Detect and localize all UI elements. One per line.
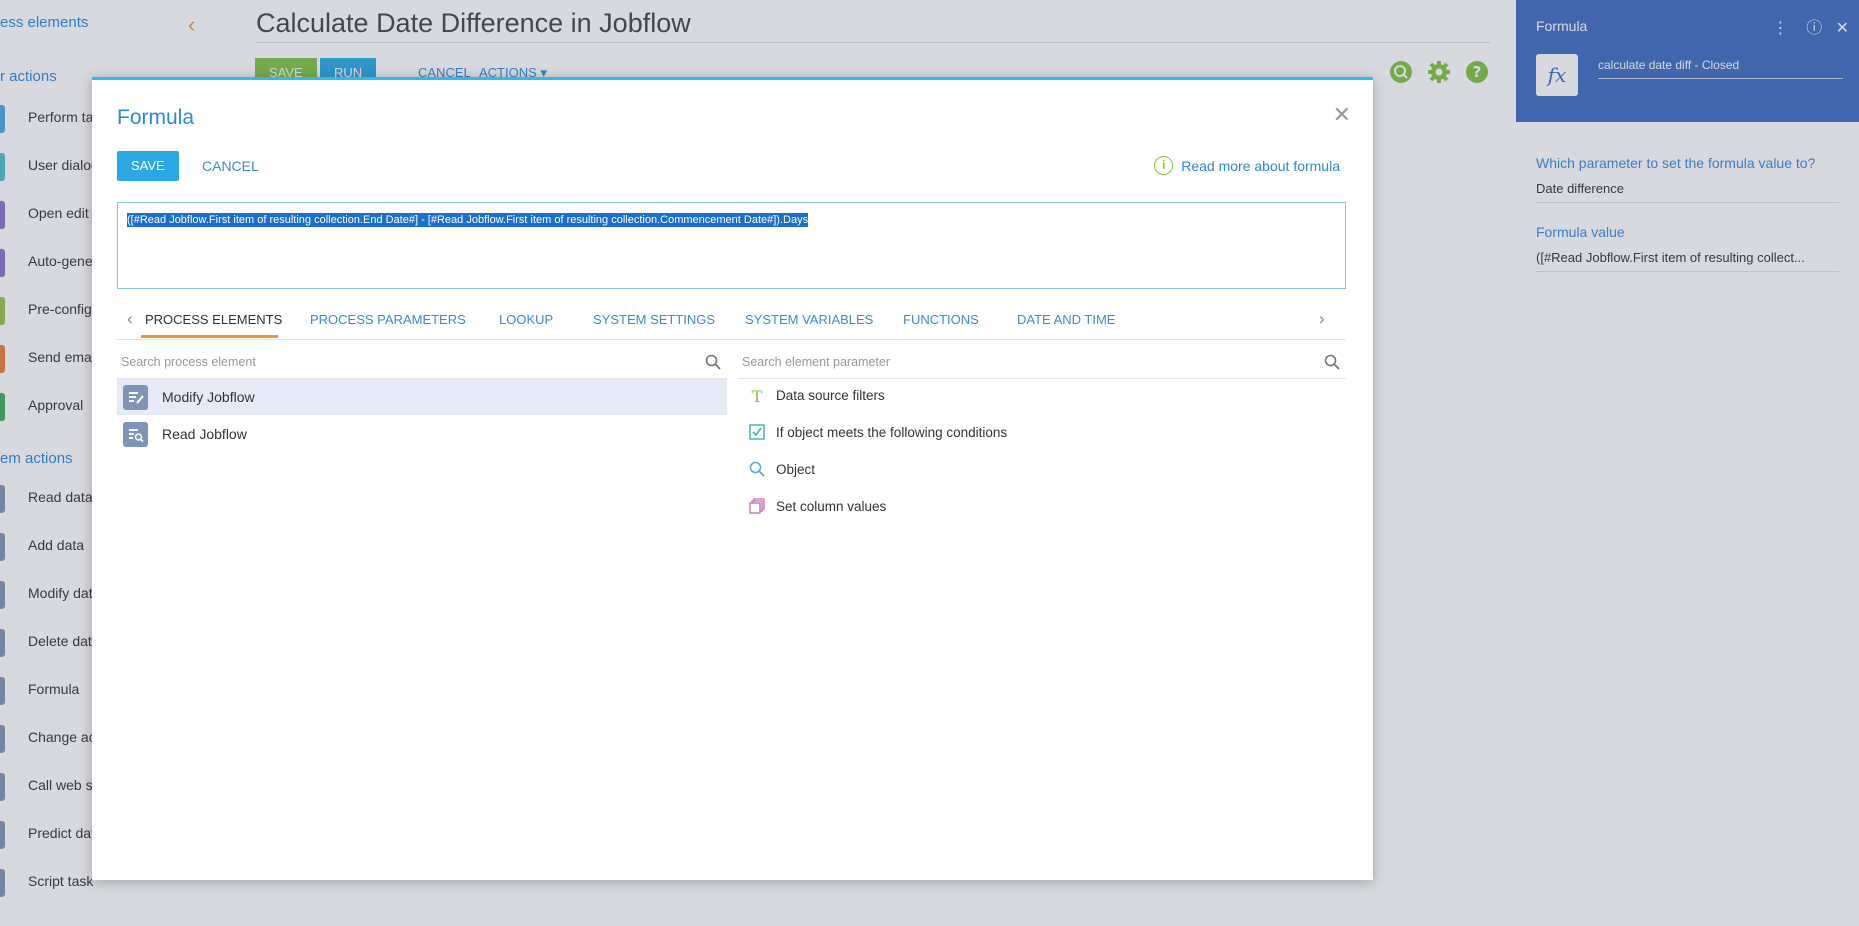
read-more-label: Read more about formula bbox=[1181, 157, 1340, 174]
dialog-cancel-button[interactable]: CANCEL bbox=[192, 151, 269, 181]
dialog-save-button[interactable]: SAVE bbox=[117, 151, 179, 181]
search-process-element-placeholder: Search process element bbox=[121, 355, 256, 369]
process-element-label: Modify Jobflow bbox=[162, 389, 255, 405]
search-icon bbox=[1324, 354, 1340, 375]
formula-editor[interactable]: ([#Read Jobflow.First item of resulting … bbox=[117, 202, 1346, 289]
formula-dialog: Formula ✕ SAVE CANCEL i Read more about … bbox=[92, 77, 1373, 880]
search-icon bbox=[705, 354, 721, 375]
process-element-label: Read Jobflow bbox=[162, 426, 247, 442]
tab-date-and-time[interactable]: DATE AND TIME bbox=[1017, 312, 1115, 327]
active-tab-indicator bbox=[141, 335, 278, 338]
search-icon bbox=[747, 461, 767, 482]
tab-system-variables[interactable]: SYSTEM VARIABLES bbox=[745, 312, 873, 327]
parameter-label: Set column values bbox=[776, 499, 887, 514]
columns-icon bbox=[747, 498, 767, 519]
checkbox-icon bbox=[747, 424, 767, 445]
text-icon: T bbox=[751, 387, 763, 406]
parameter-label: If object meets the following conditions bbox=[776, 425, 1008, 440]
tab-lookup[interactable]: LOOKUP bbox=[499, 312, 553, 327]
chevron-left-icon[interactable]: ‹ bbox=[127, 309, 133, 329]
modify-data-icon bbox=[123, 385, 148, 410]
tab-process-parameters[interactable]: PROCESS PARAMETERS bbox=[310, 312, 466, 327]
formula-tabs: ‹ PROCESS ELEMENTS PROCESS PARAMETERS LO… bbox=[117, 303, 1346, 340]
tab-system-settings[interactable]: SYSTEM SETTINGS bbox=[593, 312, 715, 327]
parameter-label: Data source filters bbox=[776, 388, 885, 403]
dialog-title: Formula bbox=[117, 106, 195, 129]
tab-functions[interactable]: FUNCTIONS bbox=[903, 312, 979, 327]
chevron-right-icon[interactable]: › bbox=[1319, 309, 1325, 329]
read-data-icon bbox=[123, 422, 148, 447]
search-process-element-input[interactable]: Search process element bbox=[117, 348, 727, 379]
process-element-read-jobflow[interactable]: Read Jobflow bbox=[117, 416, 727, 452]
info-icon: i bbox=[1154, 156, 1174, 175]
close-icon[interactable]: ✕ bbox=[1333, 102, 1351, 128]
formula-text: ([#Read Jobflow.First item of resulting … bbox=[127, 213, 809, 227]
read-more-link[interactable]: i Read more about formula bbox=[1154, 156, 1340, 175]
search-element-parameter-input[interactable]: Search element parameter bbox=[738, 348, 1346, 379]
process-element-modify-jobflow[interactable]: Modify Jobflow bbox=[117, 379, 727, 415]
parameter-label: Object bbox=[776, 462, 816, 477]
tab-process-elements[interactable]: PROCESS ELEMENTS bbox=[145, 312, 282, 327]
search-element-parameter-placeholder: Search element parameter bbox=[742, 355, 890, 369]
